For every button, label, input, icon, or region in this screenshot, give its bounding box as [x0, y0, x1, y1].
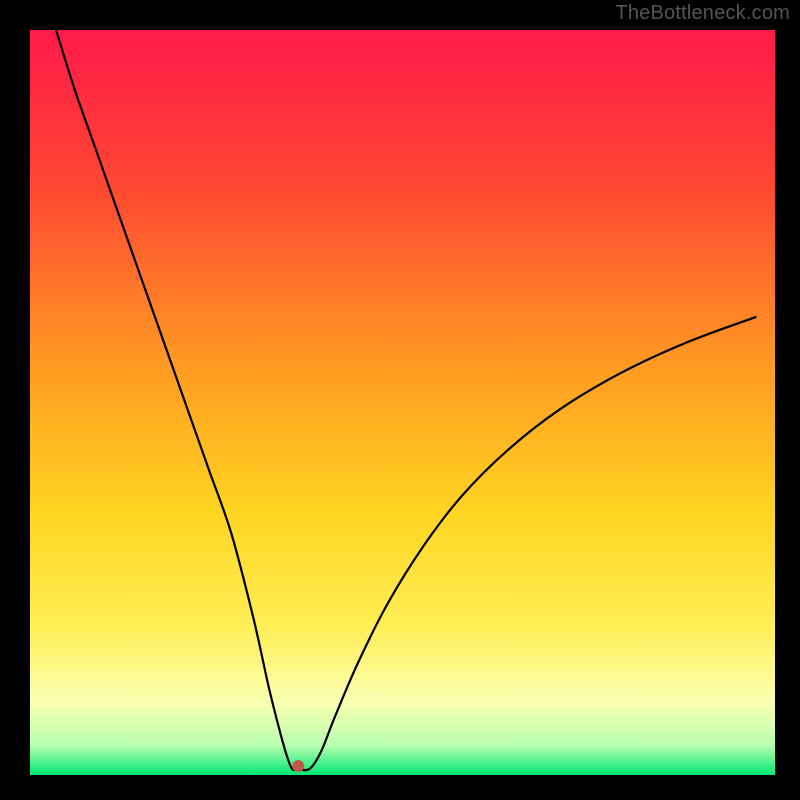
optimum-marker: [292, 760, 304, 772]
chart-frame: TheBottleneck.com: [0, 0, 800, 800]
plot-background: [30, 30, 775, 775]
bottleneck-chart: [0, 0, 800, 800]
